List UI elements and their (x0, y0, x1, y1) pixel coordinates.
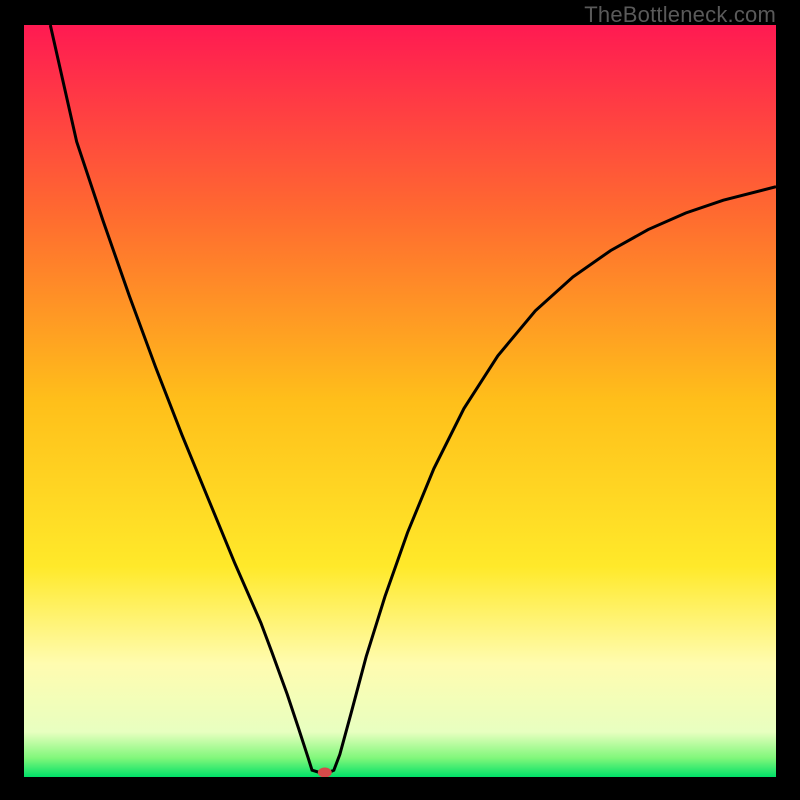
chart-svg (24, 25, 776, 777)
gradient-background (24, 25, 776, 777)
chart-frame (24, 25, 776, 777)
